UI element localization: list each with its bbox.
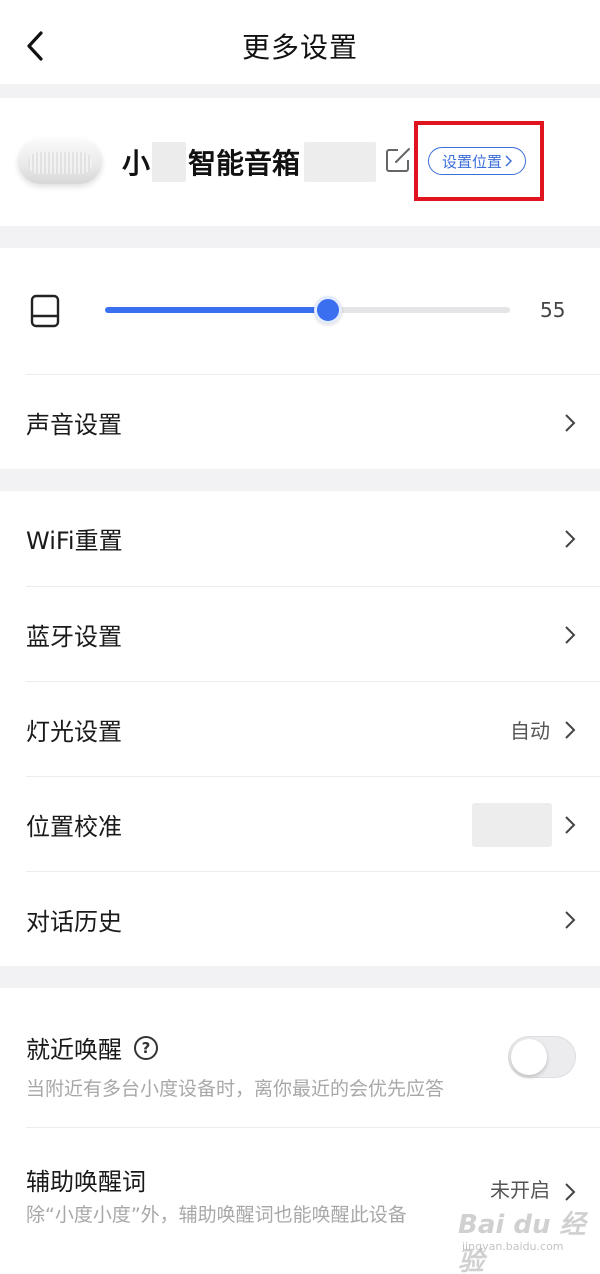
chevron-right-icon: [505, 155, 512, 167]
volume-slider-thumb[interactable]: [313, 296, 342, 324]
sound-settings-label: 声音设置: [26, 411, 122, 439]
speaker-icon: [30, 294, 60, 328]
location-calibrate-label: 位置校准: [26, 813, 122, 841]
nearby-wake-toggle[interactable]: [508, 1036, 576, 1078]
edit-icon[interactable]: [384, 146, 412, 174]
wifi-reset-row[interactable]: WiFi重置: [0, 491, 600, 586]
chevron-right-icon: [565, 721, 576, 739]
assist-wake-word-description: 除“小度小度”外，辅助唤醒词也能唤醒此设备: [26, 1204, 407, 1226]
bluetooth-settings-label: 蓝牙设置: [26, 623, 122, 651]
set-location-button[interactable]: 设置位置: [428, 147, 526, 175]
conversation-history-label: 对话历史: [26, 908, 122, 936]
chevron-right-icon: [565, 911, 576, 929]
redacted-text: [304, 142, 377, 182]
device-card: 小 智能音箱 设置位置: [0, 98, 600, 226]
nearby-wake-label: 就近唤醒: [26, 1036, 122, 1064]
top-bar: 更多设置: [0, 0, 600, 84]
bluetooth-settings-row[interactable]: 蓝牙设置: [0, 587, 600, 682]
chevron-right-icon: [565, 530, 576, 548]
device-name-main: 智能音箱: [188, 147, 301, 180]
volume-value: 55: [540, 298, 566, 322]
device-name: 小 智能音箱: [122, 142, 377, 182]
light-settings-label: 灯光设置: [26, 718, 122, 746]
set-location-label: 设置位置: [441, 152, 502, 171]
redacted-text: [472, 803, 552, 847]
volume-slider-fill: [105, 307, 328, 313]
chevron-right-icon: [565, 816, 576, 834]
sound-settings-row[interactable]: 声音设置: [0, 375, 600, 470]
conversation-history-row[interactable]: 对话历史: [0, 872, 600, 967]
nearby-wake-title: 就近唤醒 ?: [26, 1030, 158, 1065]
location-calibrate-row[interactable]: 位置校准: [0, 777, 600, 872]
speaker-device-image: [18, 138, 102, 184]
page-title: 更多设置: [241, 31, 358, 64]
redacted-text: [152, 142, 187, 182]
volume-slider[interactable]: [105, 296, 510, 324]
nearby-wake-description: 当附近有多台小度设备时，离你最近的会优先应答: [26, 1078, 445, 1100]
toggle-knob: [511, 1039, 547, 1075]
watermark-url: jingyan.baidu.com: [462, 1240, 564, 1253]
device-name-prefix: 小: [122, 147, 151, 180]
light-settings-row[interactable]: 灯光设置 自动: [0, 682, 600, 777]
chevron-right-icon: [565, 626, 576, 644]
light-settings-value: 自动: [510, 719, 550, 743]
assist-wake-word-title: 辅助唤醒词: [26, 1168, 146, 1196]
chevron-right-icon: [565, 1183, 576, 1201]
wifi-reset-label: WiFi重置: [26, 527, 123, 555]
chevron-right-icon: [565, 414, 576, 432]
watermark-text: Bai du 经验: [458, 1210, 586, 1274]
help-icon[interactable]: ?: [134, 1035, 158, 1060]
